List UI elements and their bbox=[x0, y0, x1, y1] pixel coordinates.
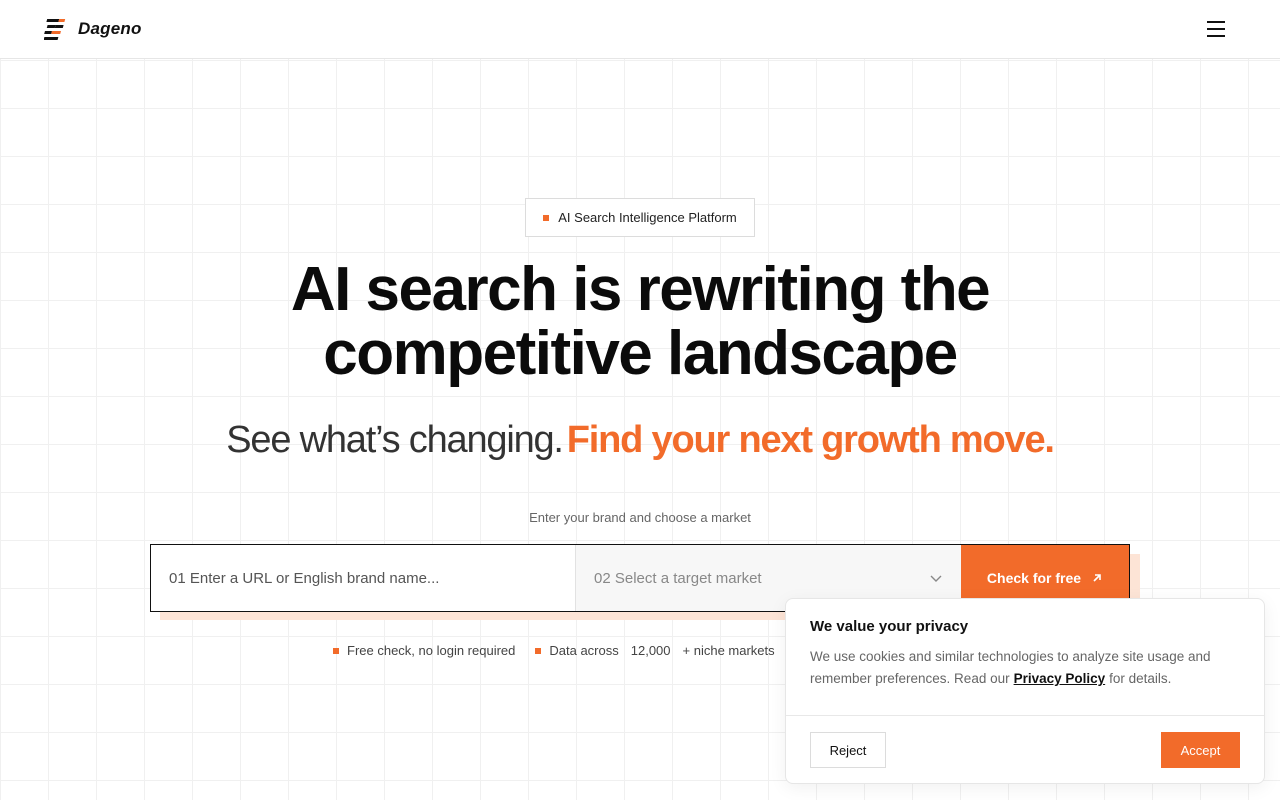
feature-markets: Data across 12,000 + niche markets bbox=[535, 643, 775, 658]
market-select-label: 02 Select a target market bbox=[594, 569, 762, 587]
headline-line-1: AI search is rewriting the bbox=[290, 255, 991, 324]
cta-label: Check for free bbox=[986, 570, 1082, 586]
form-hint: Enter your brand and choose a market bbox=[529, 510, 751, 525]
feature-free-check-label: Free check, no login required bbox=[347, 643, 516, 658]
reject-cookies-button[interactable]: Reject bbox=[810, 732, 886, 768]
subheadline-accent: Find your next growth move. bbox=[566, 419, 1055, 461]
hero-headline: AI search is rewriting the competitive l… bbox=[0, 258, 1280, 386]
cookie-title: We value your privacy bbox=[810, 618, 969, 635]
url-input[interactable] bbox=[151, 545, 576, 611]
feature-free-check: Free check, no login required bbox=[333, 643, 515, 658]
chevron-down-icon bbox=[930, 575, 942, 582]
feature-markets-suffix: + niche markets bbox=[682, 643, 775, 658]
hero-subheadline: See what’s changing. Find your next growt… bbox=[0, 418, 1280, 462]
menu-line bbox=[1207, 35, 1225, 37]
feature-list: Free check, no login required Data acros… bbox=[333, 643, 775, 658]
cookie-consent-banner: We value your privacy We use cookies and… bbox=[785, 598, 1265, 784]
brand-logo[interactable]: Dageno bbox=[44, 16, 142, 42]
accept-cookies-button[interactable]: Accept bbox=[1161, 732, 1240, 768]
bullet-square-icon bbox=[333, 647, 339, 654]
menu-line bbox=[1207, 21, 1225, 23]
badge-square-icon bbox=[543, 214, 550, 221]
arrow-up-right-icon bbox=[1093, 574, 1101, 582]
privacy-policy-link[interactable]: Privacy Policy bbox=[1014, 671, 1106, 686]
feature-markets-count: 12,000 bbox=[630, 643, 671, 658]
subheadline-dark: See what’s changing. bbox=[226, 419, 564, 461]
feature-markets-prefix: Data across bbox=[549, 643, 619, 658]
dageno-logo-icon bbox=[44, 19, 66, 40]
site-header: Dageno bbox=[0, 0, 1280, 59]
brand-name: Dageno bbox=[78, 19, 142, 38]
hamburger-menu-icon[interactable] bbox=[1204, 18, 1228, 40]
badge-label: AI Search Intelligence Platform bbox=[558, 210, 737, 225]
cookie-divider bbox=[786, 715, 1264, 716]
menu-line bbox=[1207, 28, 1225, 30]
bullet-square-icon bbox=[535, 647, 542, 654]
platform-badge: AI Search Intelligence Platform bbox=[525, 198, 755, 237]
cookie-body-suffix: for details. bbox=[1109, 671, 1172, 686]
cookie-body: We use cookies and similar technologies … bbox=[810, 646, 1250, 690]
headline-line-2: competitive landscape bbox=[323, 319, 958, 388]
